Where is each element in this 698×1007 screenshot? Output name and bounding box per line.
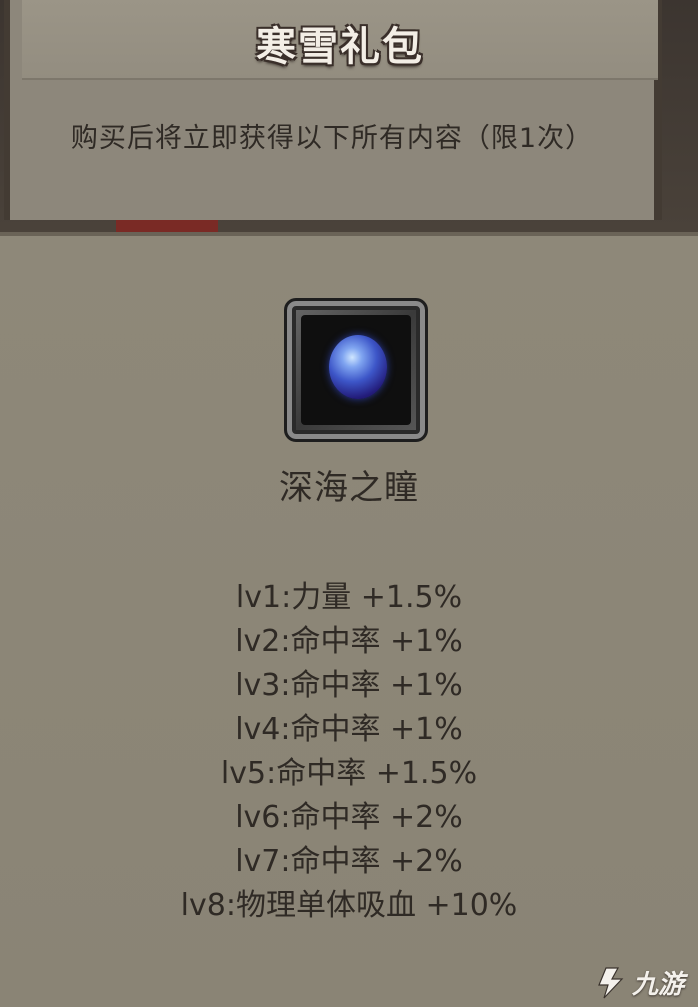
item-detail-panel: 深海之瞳 lv1:力量 +1.5% lv2:命中率 +1% lv3:命中率 +1… — [0, 232, 698, 1007]
item-icon-background — [301, 315, 411, 425]
stat-line-lv1: lv1:力量 +1.5% — [235, 580, 463, 615]
stat-line-lv5: lv5:命中率 +1.5% — [220, 756, 478, 791]
gift-pack-frame: 寒雪礼包 购买后将立即获得以下所有内容（限1次） — [4, 0, 662, 220]
watermark: 九游 — [592, 964, 684, 1001]
red-tag-strip — [116, 220, 218, 232]
item-stats-list: lv1:力量 +1.5% lv2:命中率 +1% lv3:命中率 +1% lv4… — [0, 576, 698, 928]
gift-pack-subtitle: 购买后将立即获得以下所有内容（限1次） — [70, 123, 594, 154]
stat-line-lv7: lv7:命中率 +2% — [235, 844, 463, 879]
item-icon-frame[interactable] — [284, 298, 428, 442]
stat-line-lv3: lv3:命中率 +1% — [235, 668, 463, 703]
jiuyou-logo-icon — [598, 966, 624, 998]
stat-line-lv8: lv8:物理单体吸血 +10% — [180, 888, 518, 923]
stat-line-lv6: lv6:命中率 +2% — [235, 800, 463, 835]
gift-pack-header: 寒雪礼包 购买后将立即获得以下所有内容（限1次） — [0, 0, 698, 232]
gift-pack-title: 寒雪礼包 — [256, 24, 424, 70]
stat-line-lv2: lv2:命中率 +1% — [235, 624, 463, 659]
stat-line-lv4: lv4:命中率 +1% — [235, 712, 463, 747]
item-name: 深海之瞳 — [279, 468, 419, 508]
title-band: 寒雪礼包 — [22, 0, 658, 80]
blue-orb-icon — [329, 335, 387, 399]
watermark-text: 九游 — [631, 970, 684, 1000]
